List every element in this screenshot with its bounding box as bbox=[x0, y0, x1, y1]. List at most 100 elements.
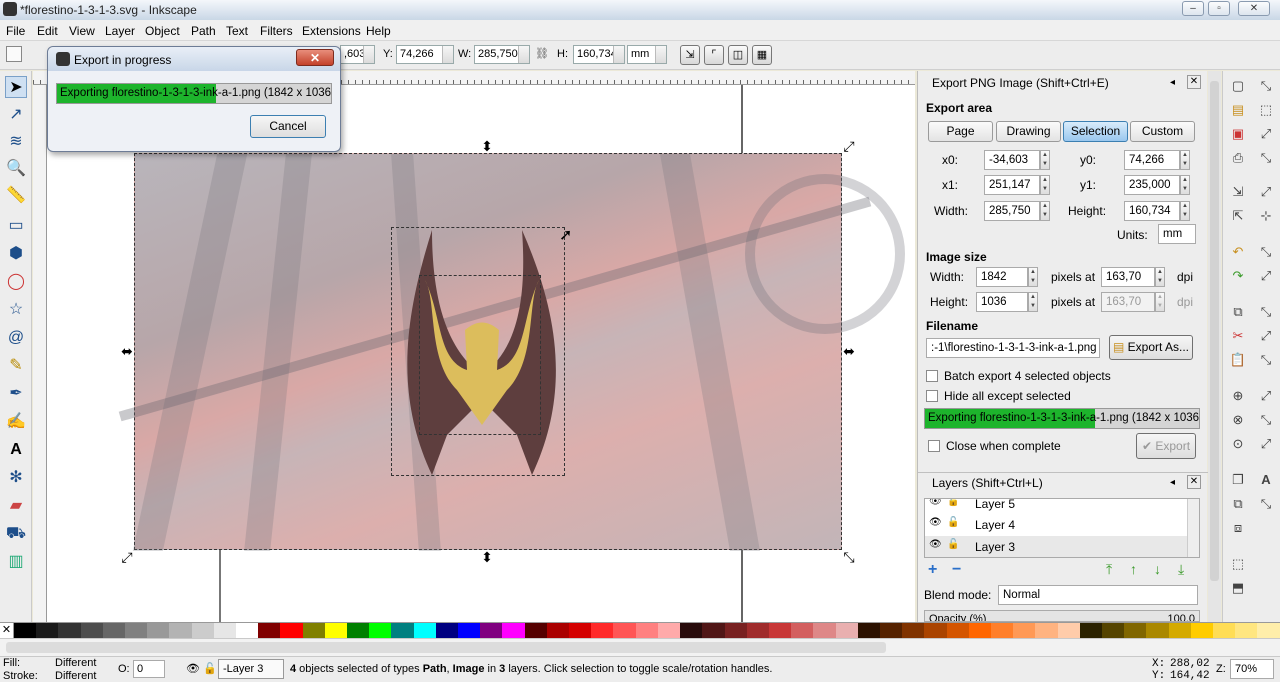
zoom-page-icon[interactable]: ⊙ bbox=[1229, 435, 1247, 453]
panel-close-icon[interactable]: ✕ bbox=[1187, 75, 1201, 89]
color-swatch[interactable] bbox=[480, 623, 503, 638]
color-swatch[interactable] bbox=[213, 623, 237, 638]
eye-icon[interactable]: 👁 bbox=[929, 499, 942, 507]
layer-select[interactable]: -Layer 3 bbox=[218, 659, 284, 679]
color-swatch[interactable] bbox=[1257, 623, 1280, 638]
color-swatch[interactable] bbox=[902, 623, 925, 638]
color-swatch[interactable] bbox=[924, 623, 947, 638]
lock-icon[interactable]: 🔓 bbox=[947, 539, 959, 550]
tab-selection[interactable]: Selection bbox=[1063, 121, 1128, 142]
scale-handle-right[interactable]: ⬌ bbox=[842, 344, 856, 358]
scale-handle-top-right[interactable]: ⤢ bbox=[842, 139, 856, 153]
export-icon[interactable]: ⇱ bbox=[1229, 207, 1247, 225]
duplicate-icon[interactable]: ❐ bbox=[1229, 471, 1247, 489]
dialog-close-button[interactable]: ✕ bbox=[296, 49, 334, 66]
star-tool-icon[interactable]: ☆ bbox=[5, 299, 27, 321]
no-paint-swatch[interactable]: ✕ bbox=[0, 623, 14, 638]
snap-centers-icon[interactable]: ⊹ bbox=[1257, 207, 1275, 225]
measure-tool-icon[interactable]: 📏 bbox=[5, 185, 27, 207]
scale-handle-bottom[interactable]: ⬍ bbox=[480, 550, 494, 564]
layers-iconify-icon[interactable]: ◂ bbox=[1170, 477, 1175, 488]
menu-edit[interactable]: Edit bbox=[37, 24, 58, 38]
h-field[interactable]: 160,734 bbox=[573, 45, 625, 64]
zoom-selection-icon[interactable]: ⊕ bbox=[1229, 387, 1247, 405]
x-field[interactable]: ,603 bbox=[340, 45, 375, 64]
layer-row[interactable]: 👁 🔓 Layer 4 bbox=[925, 514, 1187, 535]
snap-smooth-icon[interactable]: ⤢ bbox=[1257, 327, 1275, 345]
tweak-tool-icon[interactable]: ≋ bbox=[5, 131, 27, 153]
snap-page-icon[interactable]: ⤢ bbox=[1257, 387, 1275, 405]
panel-scrollbar[interactable] bbox=[1208, 71, 1221, 622]
panel-scroll-thumb[interactable] bbox=[1210, 81, 1219, 581]
color-swatch[interactable] bbox=[724, 623, 747, 638]
img-height-spinner[interactable]: ▲ ▼ bbox=[1028, 292, 1038, 312]
color-swatch[interactable] bbox=[236, 623, 259, 638]
scale-handle-left[interactable]: ⬌ bbox=[120, 344, 134, 358]
x0-spinner[interactable]: ▲ ▼ bbox=[1040, 150, 1050, 170]
drawing-canvas[interactable]: ⬍ ⬍ ⬌ ⬌ ⤢ ⤢ ⤡ ➚ bbox=[47, 85, 915, 622]
img-width-spinner[interactable]: ▲ ▼ bbox=[1028, 267, 1038, 287]
unlink-clone-icon[interactable]: ⧈ bbox=[1229, 519, 1247, 537]
snap-cusp-icon[interactable]: ⤡ bbox=[1257, 351, 1275, 369]
color-swatch[interactable] bbox=[169, 623, 192, 638]
width-field[interactable]: 285,750 bbox=[984, 201, 1040, 221]
units-select[interactable]: mm bbox=[1158, 224, 1196, 244]
group-icon[interactable]: ⬚ bbox=[1229, 555, 1247, 573]
undo-icon[interactable]: ↶ bbox=[1229, 243, 1247, 261]
color-swatch[interactable] bbox=[657, 623, 681, 638]
tab-page[interactable]: Page bbox=[928, 121, 993, 142]
status-lock-icon[interactable]: 🔓 bbox=[203, 662, 217, 675]
color-palette[interactable]: ✕ bbox=[0, 622, 1280, 638]
zoom-field[interactable]: 70% bbox=[1230, 659, 1274, 679]
snap-grids-icon[interactable]: ⤡ bbox=[1257, 411, 1275, 429]
lock-icon[interactable]: 🔓 bbox=[947, 517, 959, 528]
menu-help[interactable]: Help bbox=[366, 24, 391, 38]
paste-icon[interactable]: 📋 bbox=[1229, 351, 1247, 369]
calligraphy-tool-icon[interactable]: ✍ bbox=[5, 411, 27, 433]
snap-bbox-icon[interactable]: ⬚ bbox=[1257, 101, 1275, 119]
cut-icon[interactable]: ✂ bbox=[1229, 327, 1247, 345]
add-layer-icon[interactable]: + bbox=[928, 561, 937, 579]
color-swatch[interactable] bbox=[546, 623, 570, 638]
menu-file[interactable]: File bbox=[6, 24, 25, 38]
img-width-field[interactable]: 1842 bbox=[976, 267, 1028, 287]
text-tool-icon[interactable]: A bbox=[5, 439, 27, 461]
color-swatch[interactable] bbox=[1013, 623, 1036, 638]
selector-tool-icon[interactable]: ➤ bbox=[5, 76, 27, 98]
redo-icon[interactable]: ↷ bbox=[1229, 267, 1247, 285]
color-swatch[interactable] bbox=[458, 623, 481, 638]
cancel-button[interactable]: Cancel bbox=[250, 115, 326, 138]
color-swatch[interactable] bbox=[1190, 623, 1213, 638]
color-swatch[interactable] bbox=[80, 623, 103, 638]
rectangle-tool-icon[interactable]: ▭ bbox=[5, 215, 27, 237]
pencil-tool-icon[interactable]: ✎ bbox=[5, 355, 27, 377]
spray-tool-icon[interactable]: ✻ bbox=[5, 467, 27, 489]
color-swatch[interactable] bbox=[413, 623, 436, 638]
color-swatch[interactable] bbox=[813, 623, 836, 638]
lock-icon[interactable]: 🔓 bbox=[947, 499, 959, 507]
snap-paths-icon[interactable]: ⤢ bbox=[1257, 267, 1275, 285]
color-swatch[interactable] bbox=[1124, 623, 1147, 638]
y0-field[interactable]: 74,266 bbox=[1124, 150, 1180, 170]
color-swatch[interactable] bbox=[347, 623, 370, 638]
batch-export-checkbox[interactable] bbox=[926, 370, 938, 382]
color-swatch[interactable] bbox=[1101, 623, 1125, 638]
menu-extensions[interactable]: Extensions bbox=[302, 24, 361, 38]
paint-bucket-tool-icon[interactable]: ⛟ bbox=[5, 523, 27, 545]
lower-layer-icon[interactable]: ↓ bbox=[1154, 561, 1161, 577]
color-swatch[interactable] bbox=[569, 623, 592, 638]
scale-handle-bottom-right[interactable]: ⤡ bbox=[842, 550, 856, 564]
color-swatch[interactable] bbox=[125, 623, 148, 638]
remove-layer-icon[interactable]: − bbox=[952, 561, 961, 579]
color-swatch[interactable] bbox=[302, 623, 325, 638]
color-swatch[interactable] bbox=[102, 623, 126, 638]
snap-edges-icon[interactable]: ⤢ bbox=[1257, 125, 1275, 143]
close-when-complete-checkbox[interactable] bbox=[928, 440, 940, 452]
layer-row-selected[interactable]: 👁 🔓 Layer 3 bbox=[925, 536, 1187, 557]
menu-object[interactable]: Object bbox=[145, 24, 180, 38]
node-tool-icon[interactable]: ↗ bbox=[5, 104, 27, 126]
move-gradients-toggle-icon[interactable]: ◫ bbox=[728, 45, 748, 65]
tab-custom[interactable]: Custom bbox=[1130, 121, 1195, 142]
color-swatch[interactable] bbox=[1079, 623, 1102, 638]
layers-scrollbar[interactable] bbox=[1187, 499, 1199, 557]
